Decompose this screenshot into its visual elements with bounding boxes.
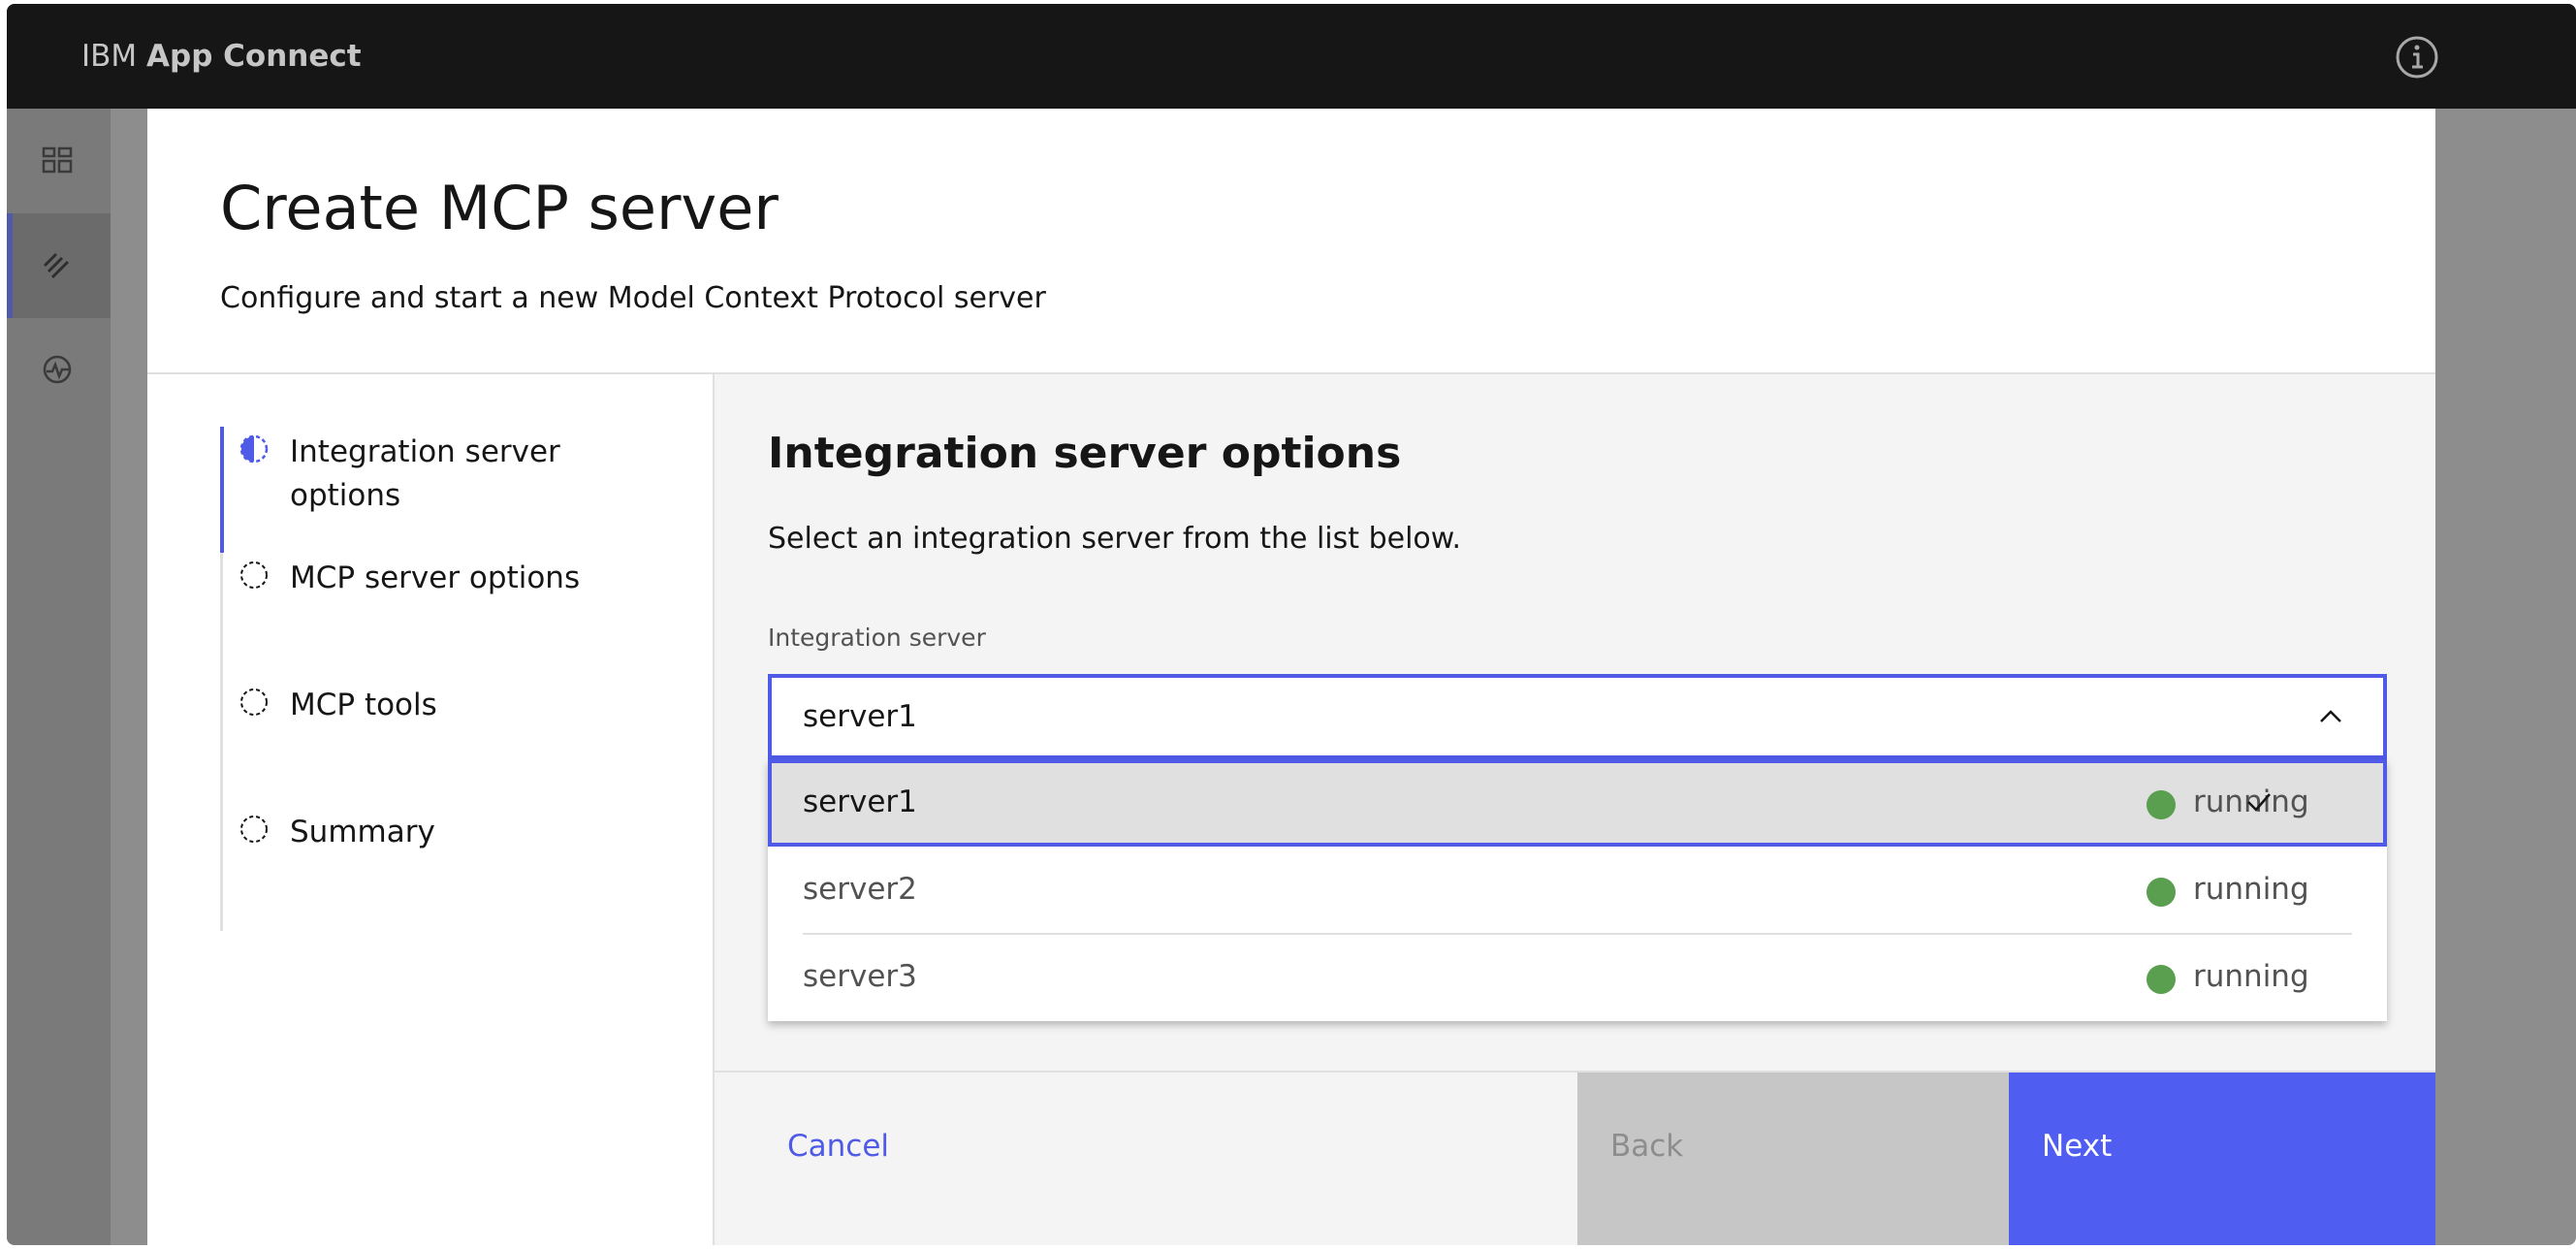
step-incomplete-icon — [240, 561, 268, 589]
back-label: Back — [1610, 1129, 1684, 1164]
status-running-icon — [2147, 790, 2176, 819]
app-window: IBM App Connect Create MCP server Config… — [7, 4, 2576, 1245]
step-label: Summary — [290, 815, 435, 849]
create-mcp-modal: Create MCP server Configure and start a … — [147, 109, 2435, 1245]
modal-title: Create MCP server — [220, 173, 779, 243]
option-status: running — [2193, 872, 2309, 907]
integration-server-dropdown[interactable]: server1 — [768, 674, 2387, 759]
option-label: server3 — [803, 959, 917, 994]
integration-server-label: Integration server — [768, 624, 986, 652]
dropdown-menu: server1 running server2 running server3 — [768, 759, 2387, 1021]
step-mcp-tools[interactable]: MCP tools — [220, 684, 627, 732]
progress-steps: Integration server options MCP server opt… — [147, 374, 715, 1245]
step-integration-server-options[interactable]: Integration server options — [220, 431, 627, 528]
section-title: Integration server options — [768, 429, 1402, 478]
step-label: Integration server options — [290, 434, 560, 513]
cancel-label: Cancel — [787, 1129, 890, 1164]
checkmark-icon — [2247, 793, 2271, 812]
top-header: IBM App Connect — [7, 4, 2576, 109]
brand-name: App Connect — [146, 39, 362, 74]
nav-item-mcp[interactable] — [7, 213, 111, 318]
brand-prefix: IBM — [81, 39, 138, 74]
chevron-up-icon — [2320, 710, 2341, 722]
step-label: MCP server options — [290, 560, 581, 595]
dashboard-icon — [42, 146, 73, 174]
next-button[interactable]: Next — [2009, 1073, 2435, 1245]
mcp-icon — [43, 252, 70, 279]
status-running-icon — [2147, 878, 2176, 907]
status-running-icon — [2147, 965, 2176, 994]
step-mcp-server-options[interactable]: MCP server options — [220, 557, 627, 605]
dropdown-selected-value: server1 — [803, 699, 917, 734]
section-description: Select an integration server from the li… — [768, 522, 1462, 556]
cancel-button[interactable]: Cancel — [715, 1073, 1577, 1245]
side-nav — [7, 109, 111, 1245]
brand-logo[interactable]: IBM App Connect — [81, 39, 362, 74]
option-label: server2 — [803, 872, 917, 907]
option-label: server1 — [803, 785, 917, 819]
next-label: Next — [2042, 1129, 2113, 1164]
option-status: running — [2193, 959, 2309, 994]
modal-footer: Cancel Back Next — [715, 1071, 2435, 1245]
modal-subtitle: Configure and start a new Model Context … — [220, 281, 1046, 315]
step-summary[interactable]: Summary — [220, 811, 627, 859]
option-server1[interactable]: server1 running — [768, 759, 2387, 847]
option-server2[interactable]: server2 running — [768, 847, 2387, 934]
info-icon[interactable] — [2395, 35, 2439, 80]
step-label: MCP tools — [290, 688, 437, 722]
activity-icon — [43, 355, 72, 384]
nav-item-dashboard[interactable] — [7, 109, 111, 213]
step-current-icon — [239, 434, 269, 464]
step-incomplete-icon — [240, 689, 268, 716]
option-server3[interactable]: server3 running — [768, 934, 2387, 1021]
nav-item-monitor[interactable] — [7, 318, 111, 423]
step-incomplete-icon — [240, 816, 268, 843]
back-button[interactable]: Back — [1577, 1073, 2009, 1245]
